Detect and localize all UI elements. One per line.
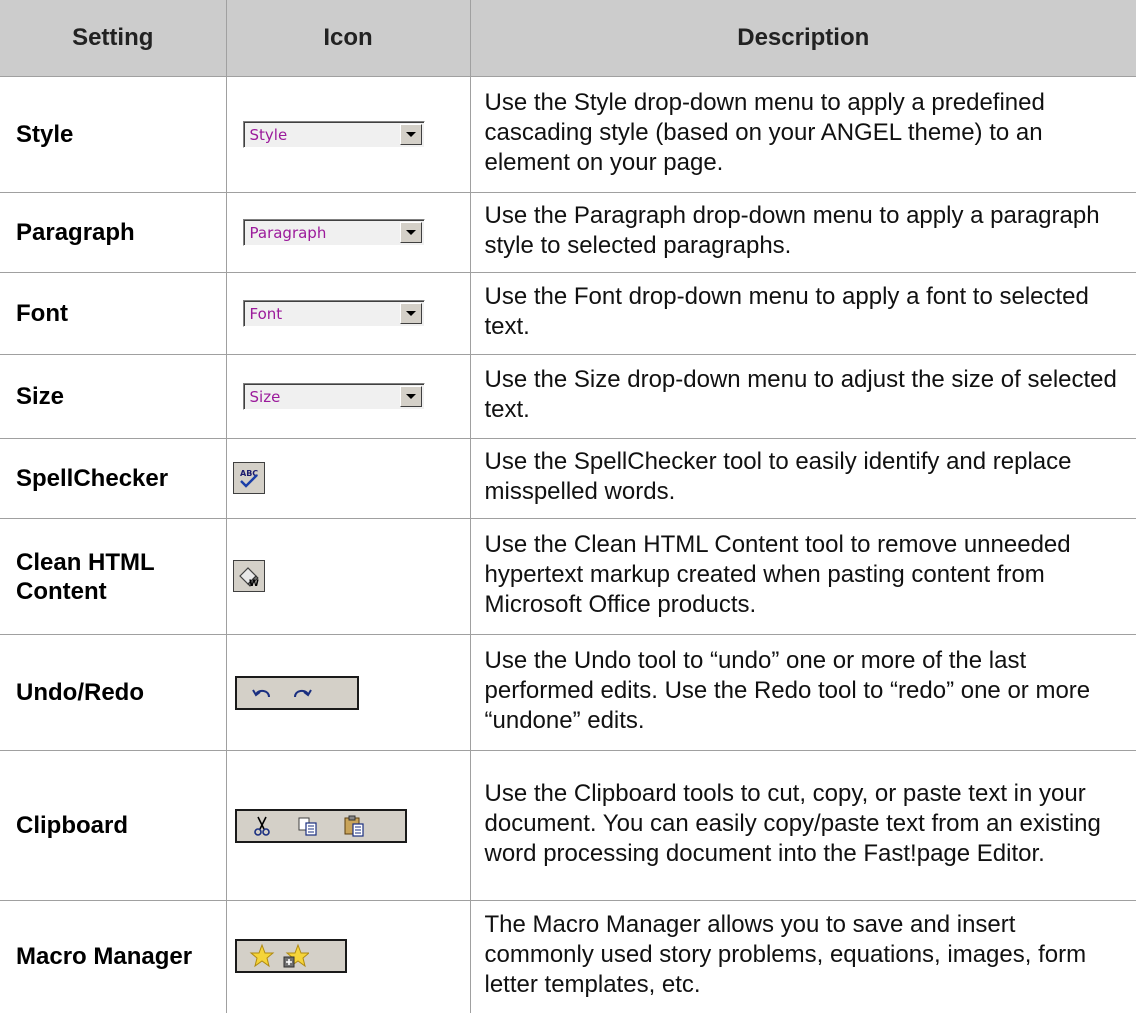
dropdown-value: Font xyxy=(249,304,283,323)
table-row: Style Style Use the Style drop-down menu… xyxy=(0,76,1136,193)
setting-name: Macro Manager xyxy=(0,900,227,1013)
header-description: Description xyxy=(470,0,1136,77)
table-row: Size Size Use the Size drop-down menu to… xyxy=(0,354,1136,439)
undo-redo-toolbar xyxy=(234,675,359,710)
table-row: Clean HTML Content W Use the Clean HTML … xyxy=(0,518,1136,635)
style-dropdown[interactable]: Style xyxy=(242,121,425,148)
table-row: SpellChecker ABC Use the SpellChecker to… xyxy=(0,438,1136,519)
setting-name: SpellChecker xyxy=(0,438,227,519)
clean-html-toolbar: W xyxy=(232,560,265,592)
setting-description: Use the Clipboard tools to cut, copy, or… xyxy=(470,750,1136,901)
header-row: Setting Icon Description xyxy=(0,0,1136,77)
table-row: Font Font Use the Font drop-down menu to… xyxy=(0,272,1136,355)
paragraph-dropdown[interactable]: Paragraph xyxy=(242,219,425,246)
setting-description: Use the Size drop-down menu to adjust th… xyxy=(470,354,1136,439)
setting-name: Clipboard xyxy=(0,750,227,901)
chevron-down-icon[interactable] xyxy=(399,386,422,407)
setting-description: Use the Font drop-down menu to apply a f… xyxy=(470,272,1136,355)
clipboard-toolbar xyxy=(234,808,407,843)
table-row: Undo/Redo Use the Undo tool to “undo” on… xyxy=(0,634,1136,751)
star-insert-icon[interactable] xyxy=(283,943,309,969)
setting-description: Use the Style drop-down menu to apply a … xyxy=(470,76,1136,193)
setting-name: Paragraph xyxy=(0,192,227,273)
font-dropdown[interactable]: Font xyxy=(242,300,425,327)
setting-description: Use the SpellChecker tool to easily iden… xyxy=(470,438,1136,519)
setting-description: Use the Clean HTML Content tool to remov… xyxy=(470,518,1136,635)
setting-name: Font xyxy=(0,272,227,355)
svg-text:W: W xyxy=(249,579,259,588)
table-row: Macro Manager The Macro Manager allows y… xyxy=(0,900,1136,1013)
table-row: Clipboard Use the Clipboard tools to cut… xyxy=(0,750,1136,901)
chevron-down-icon[interactable] xyxy=(399,303,422,324)
spellcheck-icon[interactable]: ABC xyxy=(236,465,262,491)
setting-name: Undo/Redo xyxy=(0,634,227,751)
setting-name: Style xyxy=(0,76,227,193)
header-setting: Setting xyxy=(0,0,227,77)
chevron-down-icon[interactable] xyxy=(399,124,422,145)
cut-icon[interactable] xyxy=(249,813,275,839)
undo-icon[interactable] xyxy=(249,680,275,706)
eraser-icon[interactable]: W xyxy=(236,563,262,589)
table-row: Paragraph Paragraph Use the Paragraph dr… xyxy=(0,192,1136,273)
dropdown-value: Style xyxy=(249,125,288,144)
chevron-down-icon[interactable] xyxy=(399,222,422,243)
redo-icon[interactable] xyxy=(289,680,315,706)
size-dropdown[interactable]: Size xyxy=(242,383,425,410)
settings-table: Setting Icon Description Style Style Use… xyxy=(0,0,1136,1013)
dropdown-value: Size xyxy=(249,387,281,406)
setting-description: Use the Undo tool to “undo” one or more … xyxy=(470,634,1136,751)
setting-description: Use the Paragraph drop-down menu to appl… xyxy=(470,192,1136,273)
setting-name: Clean HTML Content xyxy=(0,518,227,635)
dropdown-value: Paragraph xyxy=(249,223,327,242)
star-icon[interactable] xyxy=(249,943,275,969)
paste-icon[interactable] xyxy=(341,813,367,839)
spellcheck-toolbar: ABC xyxy=(232,462,265,494)
macro-toolbar xyxy=(234,939,347,974)
setting-description: The Macro Manager allows you to save and… xyxy=(484,911,1087,999)
header-icon: Icon xyxy=(226,0,471,77)
setting-name: Size xyxy=(0,354,227,439)
copy-icon[interactable] xyxy=(295,813,321,839)
